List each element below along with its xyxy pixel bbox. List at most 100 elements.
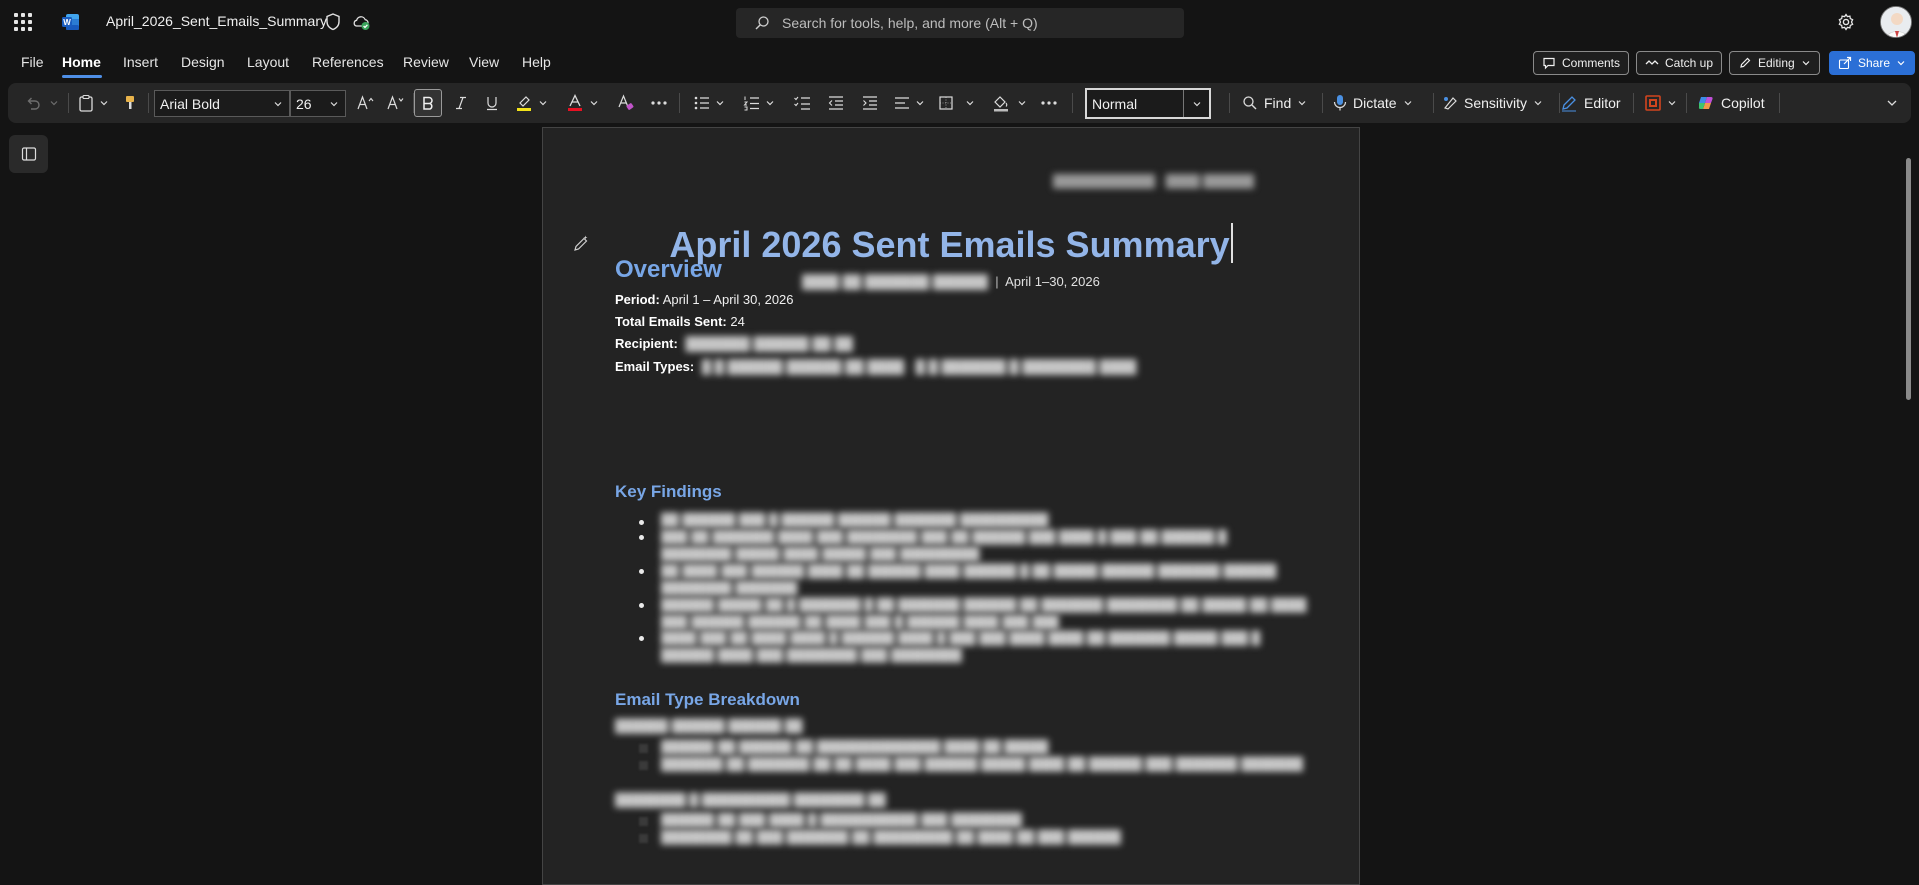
tab-layout[interactable]: Layout — [247, 54, 289, 70]
decrease-indent-button[interactable] — [826, 91, 846, 115]
paste-dropdown[interactable] — [98, 91, 110, 115]
underline-button[interactable] — [480, 91, 504, 115]
alignment-button[interactable] — [892, 91, 912, 115]
font-color-button[interactable] — [564, 91, 586, 115]
checklist-icon — [794, 96, 810, 110]
redacted-finding-4b: ███ ██████ ██████ ██ ████ ███ █ ██████ █… — [661, 615, 1059, 629]
font-color-dropdown[interactable] — [588, 91, 600, 115]
add-ins-button[interactable] — [1642, 91, 1664, 115]
undo-button[interactable] — [22, 91, 44, 115]
comment-icon — [1543, 57, 1555, 70]
font-size-value: 26 — [296, 95, 312, 112]
more-icon — [1041, 101, 1057, 105]
search-icon — [1243, 96, 1257, 110]
tab-view[interactable]: View — [469, 54, 499, 70]
grow-font-icon — [357, 95, 374, 110]
shading-button[interactable] — [990, 91, 1012, 115]
redacted-finding-3b: ████████ ███████ — [661, 581, 798, 595]
increase-indent-icon — [863, 96, 877, 110]
format-painter-button[interactable] — [120, 91, 140, 115]
style-value: Normal — [1092, 95, 1138, 112]
highlight-button[interactable] — [513, 91, 535, 115]
share-label: Share — [1858, 56, 1891, 70]
sensitivity-label: Sensitivity — [1464, 95, 1528, 111]
dictate-button[interactable]: Dictate — [1333, 91, 1425, 115]
paint-bucket-icon — [994, 96, 1008, 112]
text-cursor — [1230, 223, 1233, 263]
bold-icon — [423, 96, 433, 110]
undo-dropdown[interactable] — [48, 91, 60, 115]
sensitivity-button[interactable]: Sensitivity — [1442, 91, 1554, 115]
sub-bullet — [639, 744, 648, 753]
redacted-type-2a: ██████ ██ ███ ████ █ ███████████ ███ ███… — [661, 813, 1022, 827]
shield-icon[interactable] — [323, 12, 343, 32]
editing-mode-button[interactable]: Editing — [1729, 51, 1820, 75]
font-name-combobox[interactable]: Arial Bold — [154, 90, 290, 117]
editor-button[interactable]: Editor — [1560, 91, 1626, 115]
format-painter-icon — [126, 96, 134, 109]
document-title[interactable]: April_2026_Sent_Emails_Summary — [106, 13, 327, 29]
shrink-font-button[interactable] — [384, 91, 408, 115]
decrease-indent-icon — [828, 96, 843, 110]
sub-bullet — [639, 834, 648, 843]
tab-design[interactable]: Design — [181, 54, 225, 70]
alignment-dropdown[interactable] — [914, 91, 926, 115]
increase-indent-button[interactable] — [860, 91, 880, 115]
numbering-button[interactable] — [742, 91, 762, 115]
add-ins-dropdown[interactable] — [1666, 91, 1678, 115]
document-page[interactable]: ████████████ · ████ ██████ April 2026 Se… — [542, 127, 1360, 885]
copilot-label: Copilot — [1721, 95, 1765, 111]
sub-bullet — [639, 761, 648, 770]
bullets-button[interactable] — [692, 91, 712, 115]
tab-help[interactable]: Help — [522, 54, 551, 70]
bullet — [639, 636, 644, 641]
navigation-pane-button[interactable] — [9, 135, 48, 173]
search-input[interactable]: Search for tools, help, and more (Alt + … — [736, 8, 1184, 38]
font-size-combobox[interactable]: 26 — [290, 90, 346, 117]
tab-references[interactable]: References — [312, 54, 384, 70]
overview-heading: Overview — [615, 256, 722, 283]
redacted-author: ████ ██ ███████ ██████ — [802, 274, 988, 289]
more-font-options-button[interactable] — [648, 91, 670, 115]
borders-dropdown[interactable] — [964, 91, 976, 115]
clear-formatting-icon — [618, 94, 634, 110]
grow-font-button[interactable] — [354, 91, 378, 115]
borders-button[interactable] — [936, 91, 956, 115]
expand-ribbon-button[interactable] — [1884, 91, 1900, 115]
more-paragraph-options-button[interactable] — [1038, 91, 1060, 115]
cloud-saved-icon[interactable] — [351, 12, 371, 32]
ribbon-tabs: File Home Insert Design Layout Reference… — [0, 48, 1919, 80]
catch-up-button[interactable]: Catch up — [1636, 51, 1723, 75]
tab-insert[interactable]: Insert — [123, 54, 158, 70]
bold-button[interactable] — [414, 89, 442, 117]
settings-gear-icon[interactable] — [1836, 12, 1856, 32]
tab-file[interactable]: File — [21, 54, 44, 70]
tab-home[interactable]: Home — [62, 54, 101, 70]
clear-formatting-button[interactable] — [615, 91, 637, 115]
highlight-dropdown[interactable] — [537, 91, 549, 115]
microphone-icon — [1333, 95, 1347, 111]
paste-button[interactable] — [76, 91, 96, 115]
find-button[interactable]: Find — [1242, 91, 1316, 115]
chevron-down-icon — [1897, 61, 1905, 66]
search-icon — [755, 16, 769, 30]
numbering-dropdown[interactable] — [764, 91, 776, 115]
copilot-button[interactable]: Copilot — [1697, 91, 1769, 115]
app-launcher-icon[interactable] — [14, 13, 32, 31]
italic-button[interactable] — [449, 91, 473, 115]
catch-up-icon — [1645, 60, 1659, 65]
catch-up-label: Catch up — [1665, 56, 1714, 70]
style-dropdown[interactable] — [1183, 90, 1209, 117]
comments-button[interactable]: Comments — [1533, 51, 1630, 75]
tab-review[interactable]: Review — [403, 54, 449, 70]
svg-text:W: W — [63, 18, 71, 27]
bullets-dropdown[interactable] — [714, 91, 726, 115]
share-button[interactable]: Share — [1829, 51, 1916, 75]
active-tab-indicator — [62, 75, 102, 78]
word-logo-icon: W — [62, 14, 79, 30]
style-combobox[interactable]: Normal — [1085, 88, 1211, 119]
user-avatar[interactable] — [1880, 6, 1912, 38]
checklist-button[interactable] — [792, 91, 812, 115]
vertical-scrollbar[interactable] — [1906, 158, 1911, 400]
shading-dropdown[interactable] — [1016, 91, 1028, 115]
